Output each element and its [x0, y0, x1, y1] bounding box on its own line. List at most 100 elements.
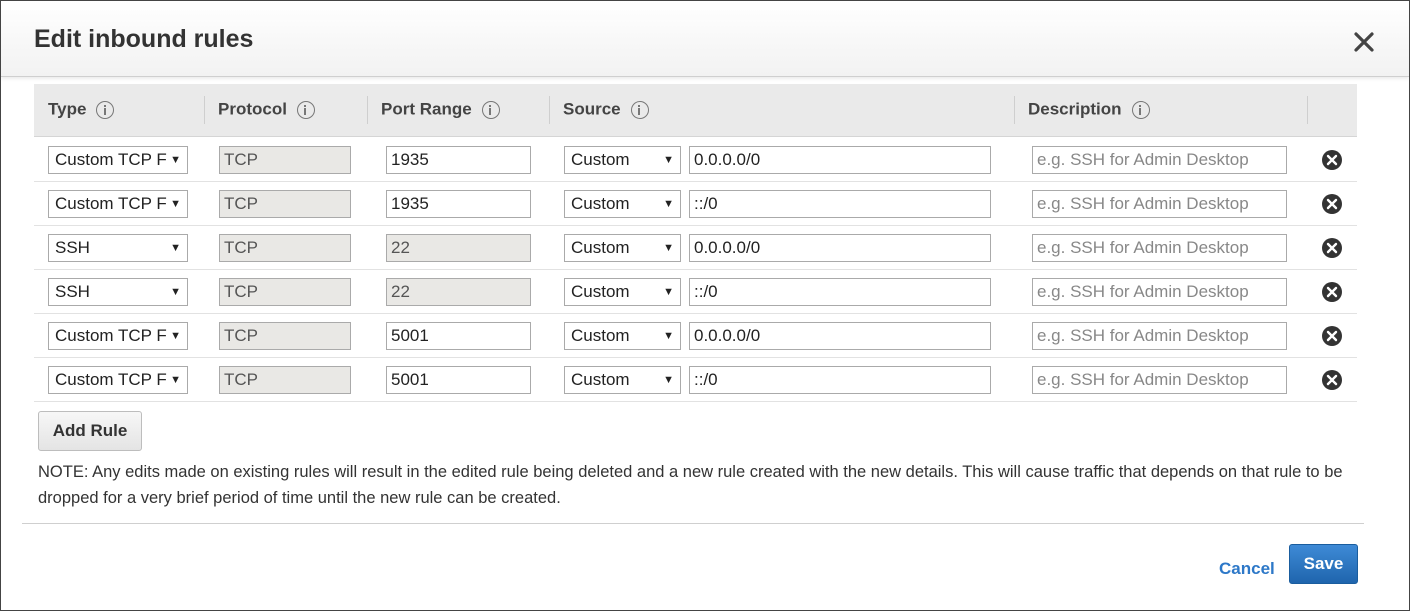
edit-warning-note: NOTE: Any edits made on existing rules w…: [38, 463, 1343, 507]
port-range-input[interactable]: 5001: [386, 366, 531, 394]
protocol-field: TCP: [219, 190, 351, 218]
column-divider: [204, 96, 205, 124]
type-select[interactable]: SSH ▼: [48, 278, 188, 306]
column-header-port-range: Port Range: [381, 84, 500, 136]
dropdown-arrow-icon: ▼: [660, 323, 674, 349]
source-cidr-input[interactable]: 0.0.0.0/0: [689, 234, 991, 262]
remove-rule-icon[interactable]: [1321, 237, 1343, 259]
type-select[interactable]: SSH ▼: [48, 234, 188, 262]
source-type-select[interactable]: Custom ▼: [564, 278, 681, 306]
type-value: Custom TCP F: [55, 370, 167, 389]
dropdown-arrow-icon: ▼: [660, 367, 674, 393]
dialog-title: Edit inbound rules: [34, 25, 254, 53]
port-range-input[interactable]: 1935: [386, 190, 531, 218]
source-type-value: Custom: [571, 370, 630, 389]
column-divider: [549, 96, 550, 124]
dropdown-arrow-icon: ▼: [167, 235, 181, 261]
source-cidr-input[interactable]: ::/0: [689, 190, 991, 218]
protocol-field: TCP: [219, 322, 351, 350]
port-range-input[interactable]: 5001: [386, 322, 531, 350]
type-select[interactable]: Custom TCP F ▼: [48, 190, 188, 218]
dropdown-arrow-icon: ▼: [660, 235, 674, 261]
source-type-value: Custom: [571, 326, 630, 345]
footer-divider: [22, 523, 1364, 524]
column-divider: [1307, 96, 1308, 124]
cancel-button[interactable]: Cancel: [1219, 559, 1275, 579]
source-type-select[interactable]: Custom ▼: [564, 234, 681, 262]
rule-row: SSH ▼ TCP 22 Custom ▼ ::/0 e.g. SSH for Ad…: [34, 269, 1357, 314]
column-header-label: Source: [563, 99, 621, 119]
protocol-field: TCP: [219, 146, 351, 174]
column-header-protocol: Protocol: [218, 84, 315, 136]
source-type-select[interactable]: Custom ▼: [564, 322, 681, 350]
description-input[interactable]: e.g. SSH for Admin Desktop: [1032, 234, 1287, 262]
column-header-label: Type: [48, 99, 87, 119]
source-type-value: Custom: [571, 282, 630, 301]
source-type-select[interactable]: Custom ▼: [564, 146, 681, 174]
source-cidr-input[interactable]: ::/0: [689, 366, 991, 394]
column-header-source: Source: [563, 84, 649, 136]
source-type-value: Custom: [571, 194, 630, 213]
rule-row: Custom TCP F ▼ TCP 1935 Custom ▼ 0.0.0.0/0…: [34, 137, 1357, 182]
dialog-header: Edit inbound rules: [1, 1, 1409, 77]
rule-row: SSH ▼ TCP 22 Custom ▼ 0.0.0.0/0 e.g. SSH f…: [34, 225, 1357, 270]
port-range-field: 22: [386, 278, 531, 306]
source-cidr-input[interactable]: 0.0.0.0/0: [689, 322, 991, 350]
source-type-select[interactable]: Custom ▼: [564, 366, 681, 394]
protocol-field: TCP: [219, 278, 351, 306]
remove-rule-icon[interactable]: [1321, 193, 1343, 215]
type-value: Custom TCP F: [55, 326, 167, 345]
rules-table-header: Type Protocol Port Range Source Descript…: [34, 84, 1357, 137]
rule-row: Custom TCP F ▼ TCP 1935 Custom ▼ ::/0 e.g.…: [34, 181, 1357, 226]
info-icon[interactable]: [1131, 100, 1150, 119]
remove-rule-icon[interactable]: [1321, 369, 1343, 391]
dropdown-arrow-icon: ▼: [167, 147, 181, 173]
dropdown-arrow-icon: ▼: [660, 191, 674, 217]
column-header-label: Port Range: [381, 99, 472, 119]
source-cidr-input[interactable]: 0.0.0.0/0: [689, 146, 991, 174]
edit-inbound-rules-dialog: Edit inbound rules Type Protocol Port Ra…: [0, 0, 1410, 611]
dropdown-arrow-icon: ▼: [660, 147, 674, 173]
protocol-field: TCP: [219, 234, 351, 262]
info-icon[interactable]: [481, 100, 500, 119]
dropdown-arrow-icon: ▼: [660, 279, 674, 305]
info-icon[interactable]: [296, 100, 315, 119]
type-value: SSH: [55, 282, 90, 301]
protocol-field: TCP: [219, 366, 351, 394]
info-icon[interactable]: [630, 100, 649, 119]
description-input[interactable]: e.g. SSH for Admin Desktop: [1032, 322, 1287, 350]
column-divider: [1014, 96, 1015, 124]
type-value: Custom TCP F: [55, 150, 167, 169]
port-range-field: 22: [386, 234, 531, 262]
dropdown-arrow-icon: ▼: [167, 367, 181, 393]
remove-rule-icon[interactable]: [1321, 281, 1343, 303]
type-value: SSH: [55, 238, 90, 257]
dropdown-arrow-icon: ▼: [167, 323, 181, 349]
save-button[interactable]: Save: [1289, 544, 1358, 584]
column-header-label: Protocol: [218, 99, 287, 119]
dropdown-arrow-icon: ▼: [167, 191, 181, 217]
type-value: Custom TCP F: [55, 194, 167, 213]
column-header-type: Type: [48, 84, 115, 136]
add-rule-button[interactable]: Add Rule: [38, 411, 142, 451]
close-icon[interactable]: [1351, 29, 1377, 55]
column-header-description: Description: [1028, 84, 1150, 136]
type-select[interactable]: Custom TCP F ▼: [48, 366, 188, 394]
remove-rule-icon[interactable]: [1321, 325, 1343, 347]
description-input[interactable]: e.g. SSH for Admin Desktop: [1032, 190, 1287, 218]
rule-row: Custom TCP F ▼ TCP 5001 Custom ▼ 0.0.0.0/0…: [34, 313, 1357, 358]
source-type-value: Custom: [571, 150, 630, 169]
description-input[interactable]: e.g. SSH for Admin Desktop: [1032, 146, 1287, 174]
dropdown-arrow-icon: ▼: [167, 279, 181, 305]
type-select[interactable]: Custom TCP F ▼: [48, 146, 188, 174]
info-icon[interactable]: [96, 100, 115, 119]
column-header-label: Description: [1028, 99, 1122, 119]
description-input[interactable]: e.g. SSH for Admin Desktop: [1032, 366, 1287, 394]
source-cidr-input[interactable]: ::/0: [689, 278, 991, 306]
source-type-value: Custom: [571, 238, 630, 257]
remove-rule-icon[interactable]: [1321, 149, 1343, 171]
description-input[interactable]: e.g. SSH for Admin Desktop: [1032, 278, 1287, 306]
source-type-select[interactable]: Custom ▼: [564, 190, 681, 218]
type-select[interactable]: Custom TCP F ▼: [48, 322, 188, 350]
port-range-input[interactable]: 1935: [386, 146, 531, 174]
